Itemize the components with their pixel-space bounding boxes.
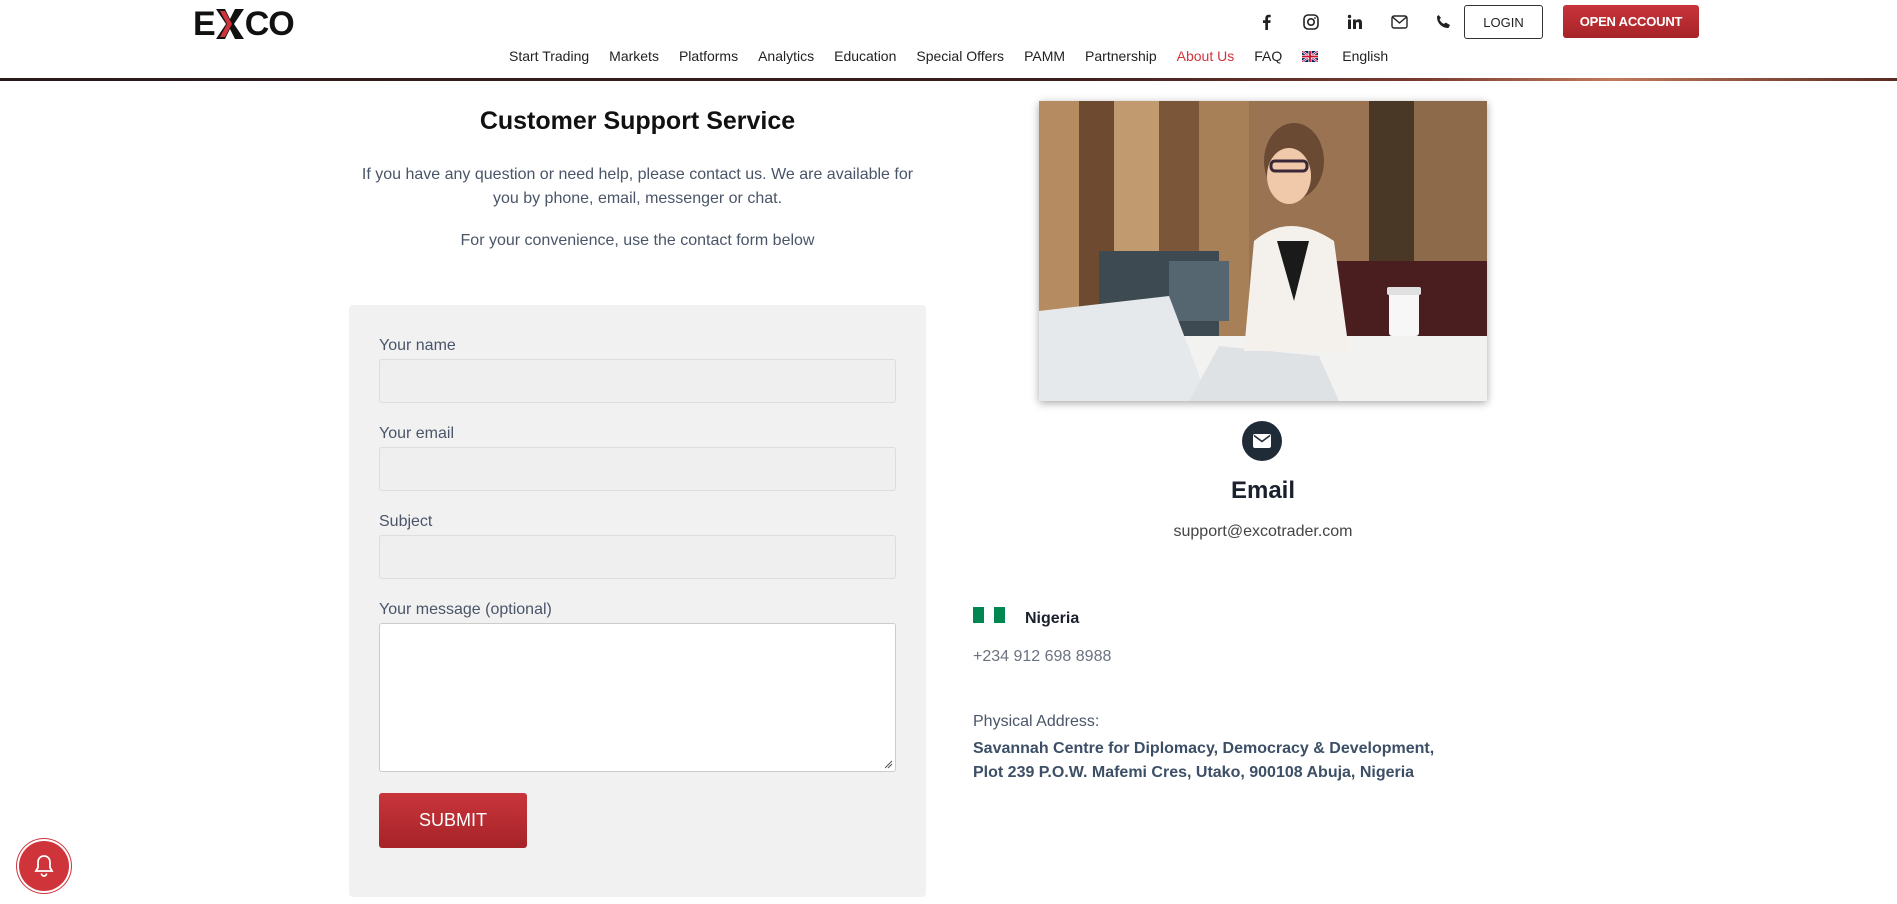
nigeria-flag-icon (973, 607, 1006, 623)
open-account-button[interactable]: OPEN ACCOUNT (1563, 5, 1699, 38)
nav-item-analytics[interactable]: Analytics (758, 48, 814, 64)
address-line-1: Savannah Centre for Diplomacy, Democracy… (973, 740, 1435, 757)
instagram-icon[interactable] (1289, 8, 1333, 36)
facebook-icon[interactable] (1245, 8, 1289, 36)
submit-button[interactable]: SUBMIT (379, 793, 527, 848)
logo-x-mark (215, 9, 244, 39)
email-label: Your email (379, 425, 455, 442)
nav-item-partnership[interactable]: Partnership (1085, 48, 1157, 64)
resize-handle-icon[interactable] (883, 759, 893, 769)
email-envelope-icon (1242, 421, 1282, 461)
nav-item-special-offers[interactable]: Special Offers (916, 48, 1004, 64)
main-nav: Start Trading Markets Platforms Analytic… (509, 48, 1428, 64)
name-label: Your name (379, 337, 456, 354)
nav-item-platforms[interactable]: Platforms (679, 48, 738, 64)
name-field[interactable] (379, 359, 896, 403)
language-selector[interactable]: English (1302, 48, 1408, 64)
nav-item-markets[interactable]: Markets (609, 48, 659, 64)
notification-bell-icon[interactable] (19, 841, 69, 891)
message-textarea[interactable] (379, 623, 896, 772)
address-line-2: Plot 239 P.O.W. Mafemi Cres, Utako, 9001… (973, 764, 1415, 781)
exco-logo[interactable]: E CO (193, 5, 295, 43)
intro-text: If you have any question or need help, p… (361, 166, 914, 207)
support-email-link[interactable]: support@excotrader.com (1039, 523, 1487, 541)
site-header: E CO LOGIN OPEN ACCOUNT Start Trading Mar… (0, 0, 1897, 80)
message-label: Your message (optional) (379, 601, 552, 618)
phone-icon[interactable] (1421, 8, 1465, 36)
convenience-text: For your convenience, use the contact fo… (460, 232, 815, 249)
subject-label: Subject (379, 513, 433, 530)
language-label: English (1342, 48, 1389, 64)
phone-number[interactable]: +234 912 698 8988 (973, 648, 1111, 666)
email-icon[interactable] (1377, 8, 1421, 36)
nav-item-about-us[interactable]: About Us (1177, 48, 1235, 64)
support-agent-photo (1039, 101, 1487, 401)
nav-item-faq[interactable]: FAQ (1254, 48, 1282, 64)
uk-flag-icon (1302, 50, 1319, 62)
nav-item-start-trading[interactable]: Start Trading (509, 48, 589, 64)
country-name: Nigeria (1025, 610, 1080, 627)
nav-item-education[interactable]: Education (834, 48, 896, 64)
social-links (1245, 8, 1465, 36)
email-heading: Email (1230, 477, 1296, 504)
page-title: Customer Support Service (479, 107, 796, 135)
email-field[interactable] (379, 447, 896, 491)
linkedin-icon[interactable] (1333, 8, 1377, 36)
login-button[interactable]: LOGIN (1464, 5, 1543, 39)
nav-item-pamm[interactable]: PAMM (1024, 48, 1065, 64)
header-divider (0, 78, 1897, 81)
physical-address: Savannah Centre for Diplomacy, Democracy… (973, 737, 1473, 785)
subject-field[interactable] (379, 535, 896, 579)
address-label: Physical Address: (973, 713, 1100, 730)
